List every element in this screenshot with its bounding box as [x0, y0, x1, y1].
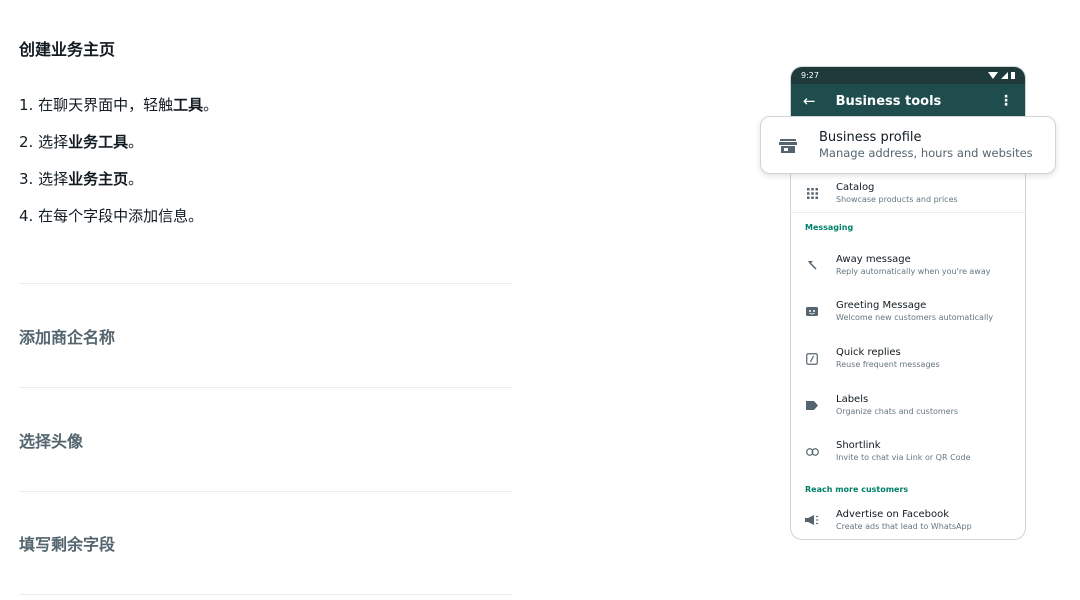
faq-accordion: 添加商企名称 选择头像 填写剩余字段 — [19, 283, 512, 595]
list-item-greeting-message[interactable]: Greeting Message Welcome new customers au… — [791, 288, 1025, 335]
profile-card-subtitle: Manage address, hours and websites — [819, 145, 1033, 160]
steps-list: 1. 在聊天界面中，轻触工具。 2. 选择业务工具。 3. 选择业务主页。 4.… — [19, 96, 218, 244]
status-time: 9:27 — [801, 71, 819, 80]
list-item-labels[interactable]: Labels Organize chats and customers — [791, 382, 1025, 428]
accordion-label: 添加商企名称 — [19, 327, 116, 347]
store-icon — [779, 138, 797, 153]
app-bar: ← Business tools ⋮ — [791, 84, 1025, 118]
wifi-icon — [988, 72, 998, 79]
list-item-away-message[interactable]: Away message Reply automatically when you… — [791, 242, 1025, 288]
accordion-item-fields[interactable]: 填写剩余字段 — [19, 491, 512, 595]
list-item-quick-replies[interactable]: Quick replies Reuse frequent messages — [791, 335, 1025, 382]
greeting-icon — [805, 305, 819, 319]
status-bar: 9:27 — [791, 67, 1025, 84]
step-item: 2. 选择业务工具。 — [19, 133, 144, 151]
back-arrow-icon[interactable]: ← — [803, 92, 816, 110]
battery-icon — [1011, 72, 1015, 79]
list-item-advertise[interactable]: Advertise on Facebook Create ads that lea… — [791, 504, 1025, 536]
step-item: 4. 在每个字段中添加信息。 — [19, 207, 204, 225]
cell-signal-icon — [1001, 72, 1008, 79]
accordion-label: 选择头像 — [19, 431, 84, 451]
step-item: 3. 选择业务主页。 — [19, 170, 144, 188]
quick-reply-icon — [805, 352, 819, 366]
label-icon — [805, 398, 819, 412]
away-icon — [805, 258, 819, 272]
accordion-label: 填写剩余字段 — [19, 535, 116, 554]
accordion-item-business-name[interactable]: 添加商企名称 — [19, 283, 512, 387]
section-title: 创建业务主页 — [19, 40, 116, 59]
list-item-catalog[interactable]: Catalog Showcase products and prices — [791, 175, 1025, 212]
profile-card-title: Business profile — [819, 129, 922, 145]
grid-icon — [805, 187, 819, 201]
tools-list: Catalog Showcase products and prices Mess… — [791, 118, 1025, 536]
megaphone-icon — [805, 513, 819, 527]
app-bar-title: Business tools — [835, 93, 942, 109]
accordion-item-avatar[interactable]: 选择头像 — [19, 387, 512, 491]
step-item: 1. 在聊天界面中，轻触工具。 — [19, 96, 219, 114]
business-profile-card[interactable]: Business profile Manage address, hours a… — [760, 116, 1056, 174]
link-icon — [805, 445, 819, 459]
group-label-messaging: Messaging — [805, 223, 854, 232]
list-item-shortlink[interactable]: Shortlink Invite to chat via Link or QR C… — [791, 428, 1025, 475]
more-vert-icon[interactable]: ⋮ — [999, 93, 1013, 109]
group-label-reach: Reach more customers — [805, 485, 909, 494]
